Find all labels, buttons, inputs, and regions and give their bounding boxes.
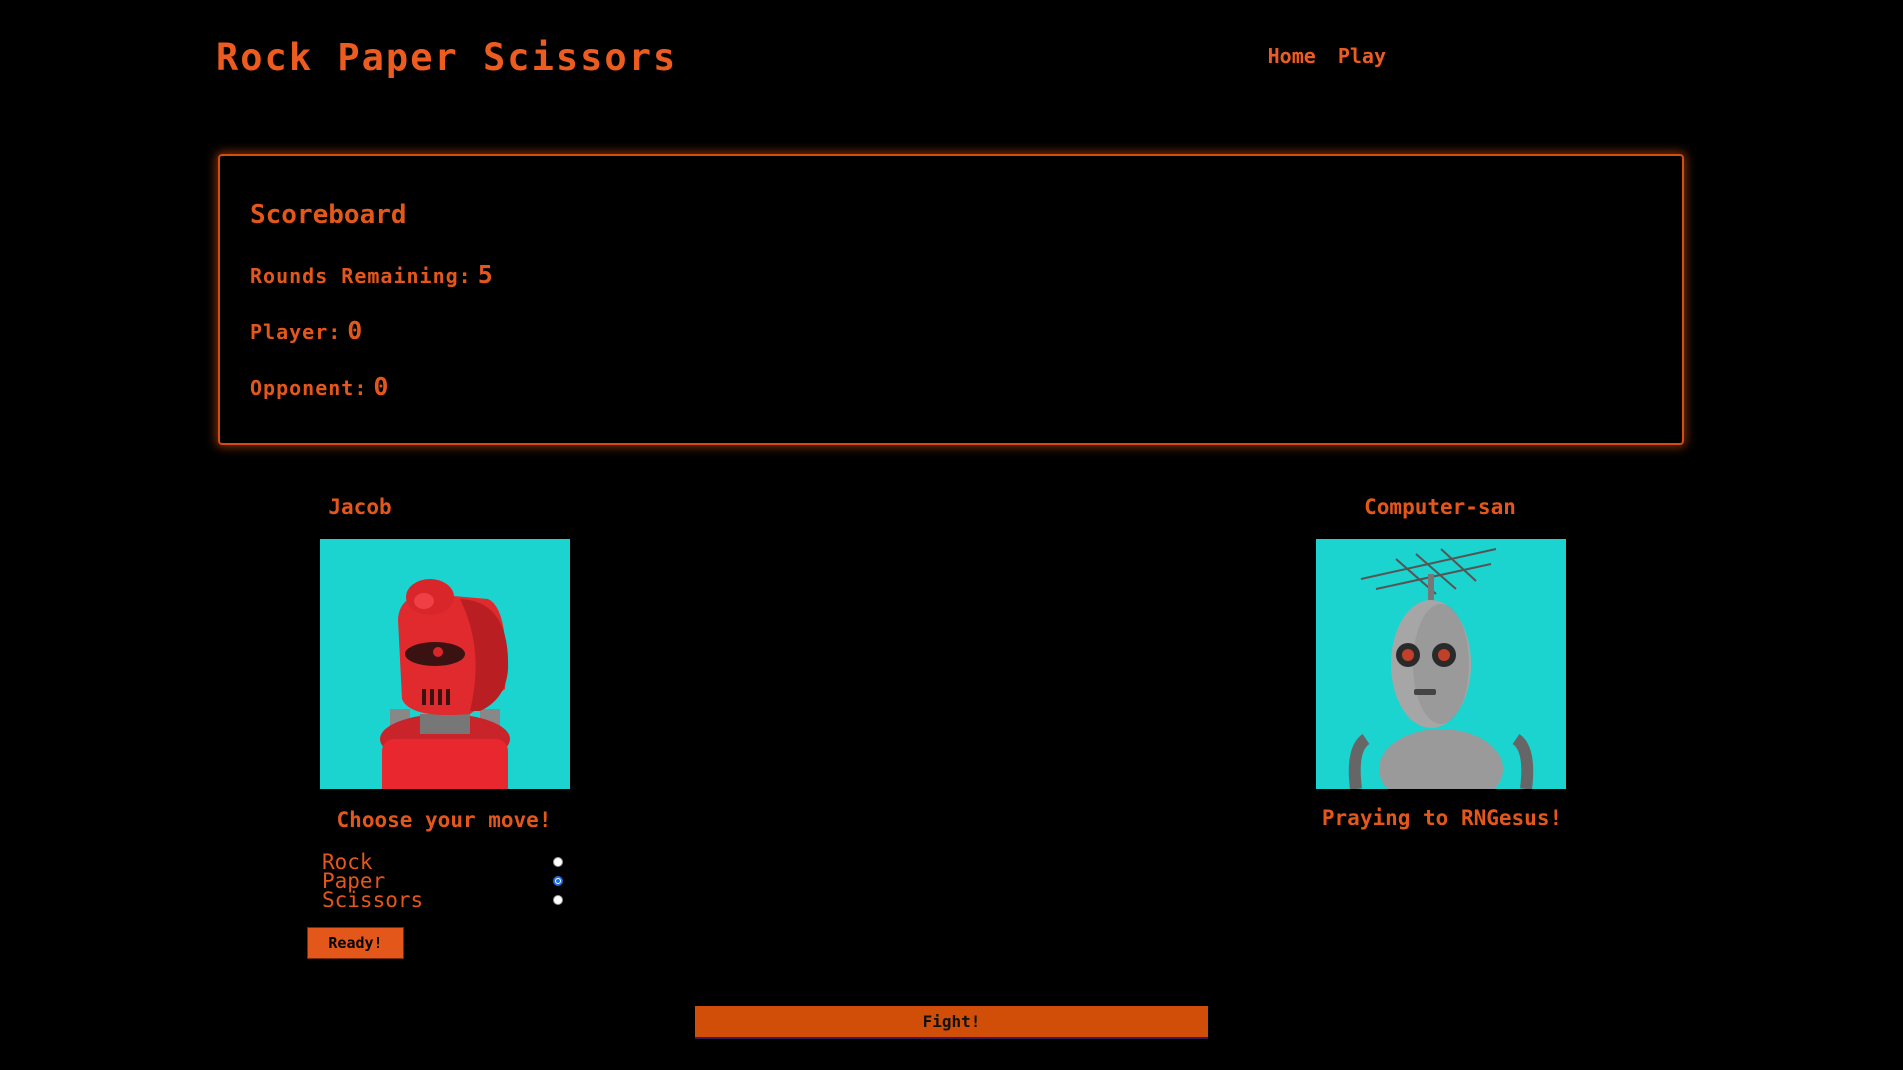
move-options: Rock Paper Scissors [322,850,572,912]
red-robot-icon [380,579,510,789]
top-nav: Home Play [1258,44,1386,68]
scissors-radio[interactable] [553,894,563,905]
nav-play-link[interactable]: Play [1338,44,1386,68]
paper-radio[interactable] [553,875,563,886]
opponent-status: Praying to RNGesus! [1321,806,1563,830]
fight-button[interactable]: Fight! [695,1006,1208,1039]
player-avatar [320,539,570,789]
player-score-label: Player: [250,320,342,344]
player-score-value: 0 [347,316,364,345]
scoreboard-panel: Scoreboard Rounds Remaining: 5 Player: 0 O… [218,154,1684,445]
move-option-scissors[interactable]: Scissors [322,887,572,912]
rounds-remaining: Rounds Remaining: 5 [250,260,494,289]
opponent-avatar [1316,539,1566,789]
opponent-score-value: 0 [373,372,390,401]
gray-robot-icon [1348,548,1534,789]
nav-home-link[interactable]: Home [1268,44,1316,68]
choose-move-prompt: Choose your move! [336,808,552,832]
opponent-name: Computer-san [1364,495,1516,519]
opponent-score: Opponent: 0 [250,372,389,401]
rounds-value: 5 [477,260,494,289]
move-label-scissors: Scissors [322,887,424,912]
rounds-label: Rounds Remaining: [250,264,472,288]
page-title: Rock Paper Scissors [216,36,678,79]
rock-radio[interactable] [553,856,563,867]
ready-button[interactable]: Ready! [307,927,404,959]
scoreboard-title: Scoreboard [250,200,407,230]
opponent-score-label: Opponent: [250,376,368,400]
player-name: Jacob [328,495,392,519]
player-score: Player: 0 [250,316,363,345]
